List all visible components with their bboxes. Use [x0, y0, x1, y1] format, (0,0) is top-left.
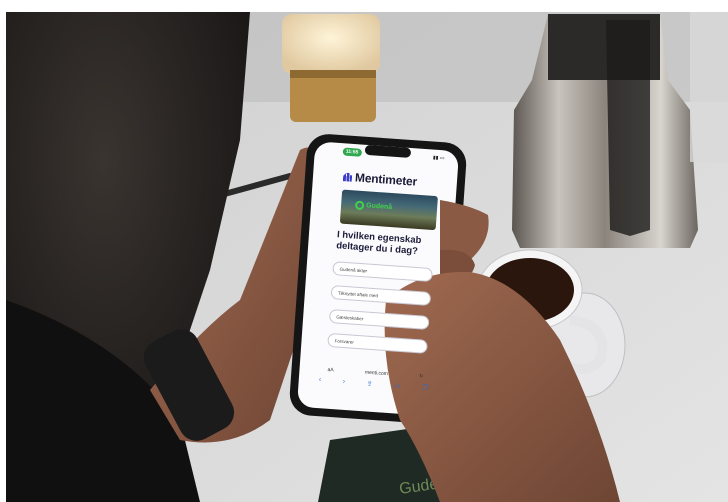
signal-battery-icon: ▮▮ ▭: [432, 154, 445, 162]
forward-icon[interactable]: ›: [342, 378, 346, 386]
question-text: I hvilken egenskab deltager du i dag?: [335, 229, 422, 257]
gudena-logo-icon: [354, 200, 365, 211]
text-size-button[interactable]: aA: [327, 367, 334, 373]
brand-header: Mentimeter: [343, 170, 418, 189]
answer-option[interactable]: Tilknyttet aftale med: [330, 285, 432, 306]
answer-option[interactable]: Forsvarer: [327, 332, 428, 354]
brand-name: Mentimeter: [354, 170, 418, 189]
answer-option[interactable]: Gudenå aktør: [332, 261, 433, 283]
share-icon[interactable]: ⇪: [366, 380, 372, 388]
tabs-icon[interactable]: ❐: [422, 384, 429, 392]
lamp: [282, 14, 380, 122]
phone-screen: 11:55 ▮▮ ▭ Mentimeter Gudenå I hvilken e…: [295, 147, 452, 411]
url-text: menti.com: [364, 369, 389, 378]
banner-logo-text: Gudenå: [365, 202, 393, 212]
photo: Gudenå 11:55 ▮▮ ▭ Mentimeter Gudenå I hv…: [0, 0, 728, 502]
bookmarks-icon[interactable]: ▭: [394, 382, 401, 390]
banner-logo: Gudenå: [354, 200, 393, 213]
reload-icon[interactable]: ↻: [419, 373, 424, 379]
status-time: 11:55: [342, 147, 362, 157]
event-banner: Gudenå: [339, 189, 438, 231]
mentimeter-logo-icon: [343, 172, 353, 182]
back-icon[interactable]: ‹: [319, 376, 322, 384]
answer-option[interactable]: Gæsteskaber: [328, 308, 430, 330]
